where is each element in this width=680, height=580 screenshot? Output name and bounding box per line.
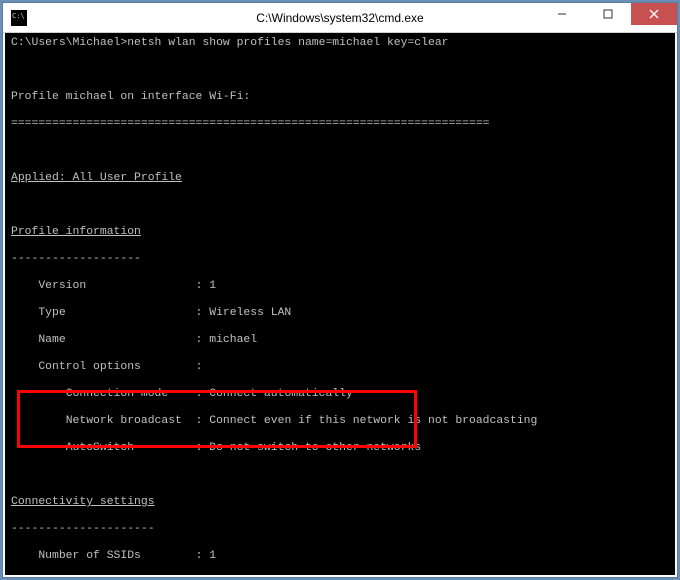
row-type: Type : Wireless LAN bbox=[11, 307, 669, 321]
value: 1 bbox=[209, 550, 216, 562]
value: Connect even if this network is not broa… bbox=[209, 415, 537, 427]
cmd-icon bbox=[11, 10, 27, 26]
label: Control options bbox=[38, 361, 141, 373]
dashes: --------------------- bbox=[11, 523, 669, 537]
row-connection-mode: Connection mode : Connect automatically bbox=[11, 388, 669, 402]
minimize-button[interactable] bbox=[539, 3, 585, 25]
label: Type bbox=[38, 307, 65, 319]
minimize-icon bbox=[557, 9, 567, 19]
value: Wireless LAN bbox=[209, 307, 291, 319]
prompt-line: C:\Users\Michael>netsh wlan show profile… bbox=[11, 37, 669, 51]
close-button[interactable] bbox=[631, 3, 677, 25]
blank-line bbox=[11, 469, 669, 483]
row-name: Name : michael bbox=[11, 334, 669, 348]
row-autoswitch: AutoSwitch : Do not switch to other netw… bbox=[11, 442, 669, 456]
value: Connect automatically bbox=[209, 388, 353, 400]
separator-line: ========================================… bbox=[11, 118, 669, 132]
section-title-connectivity: Connectivity settings bbox=[11, 496, 669, 510]
label: Number of SSIDs bbox=[38, 550, 141, 562]
label: AutoSwitch bbox=[66, 442, 134, 454]
row-version: Version : 1 bbox=[11, 280, 669, 294]
value: Do not switch to other networks bbox=[209, 442, 421, 454]
maximize-icon bbox=[603, 9, 613, 19]
label: Version bbox=[38, 280, 86, 292]
maximize-button[interactable] bbox=[585, 3, 631, 25]
blank-line bbox=[11, 199, 669, 213]
blank-line bbox=[11, 64, 669, 78]
value: michael bbox=[209, 334, 257, 346]
row-number-ssids: Number of SSIDs : 1 bbox=[11, 550, 669, 564]
cmd-window: C:\Windows\system32\cmd.exe C:\Users\Mic… bbox=[2, 2, 678, 578]
window-title: C:\Windows\system32\cmd.exe bbox=[256, 11, 423, 25]
section-title-profile-info: Profile information bbox=[11, 226, 669, 240]
console-output[interactable]: C:\Users\Michael>netsh wlan show profile… bbox=[3, 33, 677, 577]
prompt: C:\Users\Michael> bbox=[11, 37, 127, 49]
label: Network broadcast bbox=[66, 415, 182, 427]
profile-header: Profile michael on interface Wi-Fi: bbox=[11, 91, 669, 105]
row-control-options: Control options : bbox=[11, 361, 669, 375]
applied-line: Applied: All User Profile bbox=[11, 172, 669, 186]
command-text: netsh wlan show profiles name=michael ke… bbox=[127, 37, 448, 49]
close-icon bbox=[649, 9, 659, 19]
titlebar[interactable]: C:\Windows\system32\cmd.exe bbox=[3, 3, 677, 33]
blank-line bbox=[11, 145, 669, 159]
label: Connection mode bbox=[66, 388, 169, 400]
window-controls bbox=[539, 3, 677, 25]
value: 1 bbox=[209, 280, 216, 292]
label: Name bbox=[38, 334, 65, 346]
dashes: ------------------- bbox=[11, 253, 669, 267]
row-network-broadcast: Network broadcast : Connect even if this… bbox=[11, 415, 669, 429]
